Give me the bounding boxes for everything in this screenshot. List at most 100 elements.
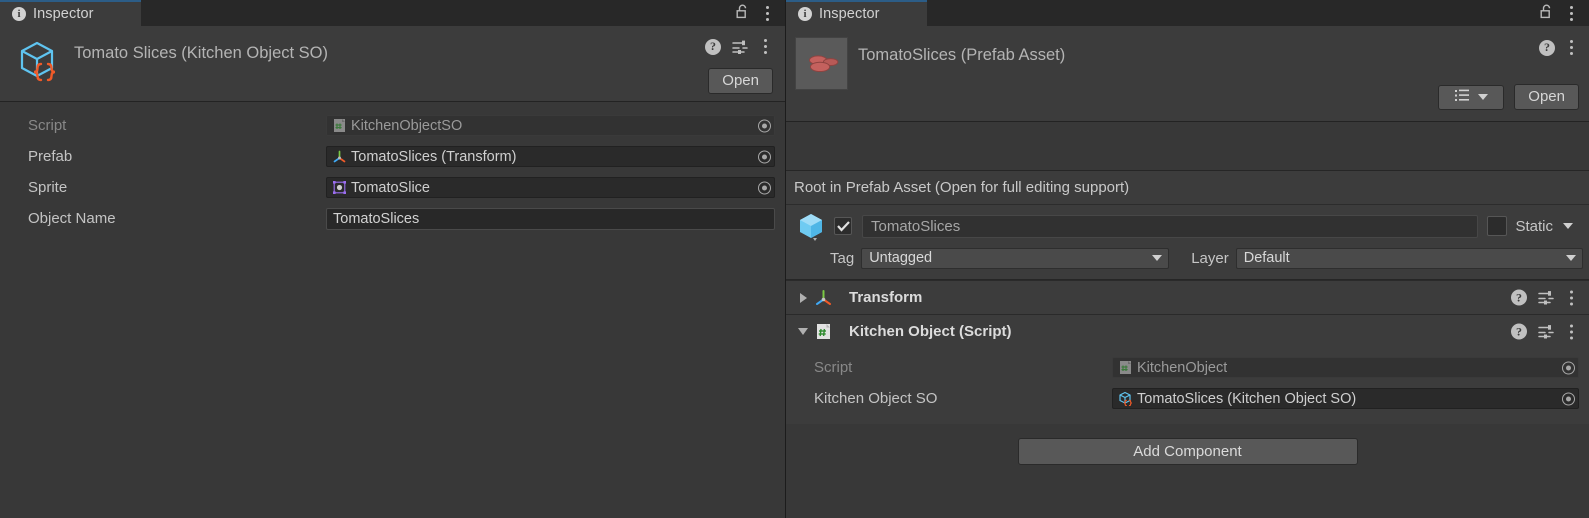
property-row-script: Script KitchenObject (786, 352, 1589, 383)
property-row-kitchen-object-so: Kitchen Object SO TomatoSlices (Kitchen … (786, 383, 1589, 414)
component-kitchen-object: Kitchen Object (Script) ? Script Kitchen… (786, 314, 1589, 424)
script-object-field[interactable]: KitchenObject (1112, 357, 1579, 378)
scriptable-object-icon (1118, 391, 1133, 407)
prefab-header: TomatoSlices (Prefab Asset) ? Open (786, 26, 1589, 122)
open-button[interactable]: Open (1514, 84, 1579, 110)
component-header-icons: ? (1511, 323, 1577, 340)
sprite-icon (332, 180, 347, 195)
kitchen-object-so-field[interactable]: TomatoSlices (Kitchen Object SO) (1112, 388, 1579, 409)
tag-value: Untagged (869, 250, 933, 266)
scriptable-object-icon (14, 38, 60, 84)
property-row-script: Script KitchenObjectSO (0, 110, 785, 141)
script-object-field[interactable]: KitchenObjectSO (326, 115, 775, 136)
kebab-menu-icon[interactable] (1565, 5, 1577, 22)
transform-icon (332, 149, 347, 164)
asset-header: Tomato Slices (Kitchen Object SO) ? Open (0, 26, 785, 102)
help-icon[interactable]: ? (1511, 323, 1527, 340)
tag-dropdown[interactable]: Untagged (861, 247, 1170, 269)
property-row-prefab: Prefab TomatoSlices (Transform) (0, 141, 785, 172)
transform-icon (814, 288, 833, 307)
gameobject-name-input[interactable]: TomatoSlices (862, 214, 1479, 238)
prefab-title: TomatoSlices (Prefab Asset) (858, 46, 1066, 64)
info-icon: i (12, 7, 26, 21)
static-checkbox[interactable] (1487, 216, 1508, 236)
right-tabbar: i Inspector (786, 0, 1589, 26)
unity-inspector-window: i Inspector Tomato Slices (Kitchen Objec… (0, 0, 1589, 518)
sprite-object-field[interactable]: TomatoSlice (326, 177, 775, 198)
kebab-menu-icon[interactable] (761, 5, 773, 22)
property-row-object-name: Object Name TomatoSlices (0, 203, 785, 234)
property-value: KitchenObjectSO (351, 117, 463, 134)
tab-inspector-left[interactable]: i Inspector (0, 0, 141, 26)
preset-sliders-icon[interactable] (1538, 291, 1554, 305)
open-button[interactable]: Open (708, 68, 773, 94)
static-dropdown-chevron-icon[interactable] (1563, 223, 1573, 229)
gameobject-header: TomatoSlices Static Tag Untagged Layer D… (786, 205, 1589, 280)
chevron-down-icon (1477, 94, 1488, 100)
prefab-header-gap (786, 122, 1589, 171)
kebab-menu-icon[interactable] (1565, 289, 1577, 306)
prefab-root-note: Root in Prefab Asset (Open for full edit… (786, 171, 1589, 205)
preset-sliders-icon[interactable] (732, 40, 748, 54)
property-value: TomatoSlices (Transform) (351, 148, 517, 165)
gameobject-tag-layer-row: Tag Untagged Layer Default (786, 245, 1589, 271)
static-label: Static (1515, 217, 1553, 235)
gameobject-enabled-checkbox[interactable] (834, 217, 852, 235)
unlocked-padlock-icon[interactable] (736, 4, 749, 23)
foldout-arrow[interactable] (796, 328, 810, 335)
kebab-menu-icon[interactable] (759, 38, 771, 55)
component-title: Transform (849, 289, 923, 306)
tab-inspector-right[interactable]: i Inspector (786, 0, 927, 26)
unlocked-padlock-icon[interactable] (1540, 4, 1553, 23)
object-picker-icon[interactable] (1562, 361, 1575, 374)
property-label: Script (814, 359, 853, 376)
prefab-object-field[interactable]: TomatoSlices (Transform) (326, 146, 775, 167)
component-body: Script KitchenObject Kitchen Object SO T… (786, 348, 1589, 424)
tomato-slices-thumbnail (795, 37, 848, 90)
component-transform: Transform ? (786, 280, 1589, 314)
layer-value: Default (1243, 250, 1290, 266)
list-view-dropdown-button[interactable] (1438, 84, 1505, 110)
chevron-down-icon (798, 328, 808, 335)
help-icon[interactable]: ? (1539, 39, 1555, 56)
component-header[interactable]: Kitchen Object (Script) ? (786, 315, 1589, 348)
chevron-down-icon (1566, 255, 1576, 261)
property-value: KitchenObject (1137, 359, 1228, 376)
add-component-area: Add Component (786, 424, 1589, 518)
asset-title: Tomato Slices (Kitchen Object SO) (74, 44, 329, 62)
component-header[interactable]: Transform ? (786, 281, 1589, 314)
kebab-menu-icon[interactable] (1565, 39, 1577, 56)
object-name-input[interactable]: TomatoSlices (326, 207, 775, 230)
chevron-down-icon (1152, 255, 1163, 261)
cs-script-icon (814, 322, 833, 341)
property-value: TomatoSlices (Kitchen Object SO) (1137, 390, 1357, 407)
chevron-right-icon (799, 292, 807, 303)
info-icon: i (798, 7, 812, 21)
help-icon[interactable]: ? (705, 38, 721, 55)
component-header-icons: ? (1511, 289, 1577, 306)
right-tabbar-icons (1540, 4, 1589, 26)
property-label: Kitchen Object SO (814, 390, 938, 407)
property-value: TomatoSlice (351, 179, 430, 196)
object-picker-icon[interactable] (758, 119, 771, 132)
tab-label: Inspector (33, 6, 94, 22)
gameobject-prefab-icon (796, 211, 826, 241)
component-title: Kitchen Object (Script) (849, 323, 1012, 340)
tag-label: Tag (830, 249, 855, 267)
cs-script-icon (332, 118, 347, 133)
kebab-menu-icon[interactable] (1565, 323, 1577, 340)
cs-script-icon (1118, 360, 1133, 375)
layer-dropdown[interactable]: Default (1235, 247, 1583, 269)
preset-sliders-icon[interactable] (1538, 325, 1554, 339)
prefab-header-icons: ? (1539, 39, 1577, 56)
add-component-button[interactable]: Add Component (1017, 438, 1358, 465)
object-picker-icon[interactable] (1562, 392, 1575, 405)
foldout-arrow[interactable] (796, 292, 810, 303)
right-inspector-panel: i Inspector TomatoSlices (Prefab Asset) … (786, 0, 1589, 518)
object-picker-icon[interactable] (758, 150, 771, 163)
property-label: Sprite (28, 179, 68, 196)
object-picker-icon[interactable] (758, 181, 771, 194)
help-icon[interactable]: ? (1511, 289, 1527, 306)
property-label: Prefab (28, 148, 73, 165)
asset-header-icons: ? (705, 38, 771, 55)
